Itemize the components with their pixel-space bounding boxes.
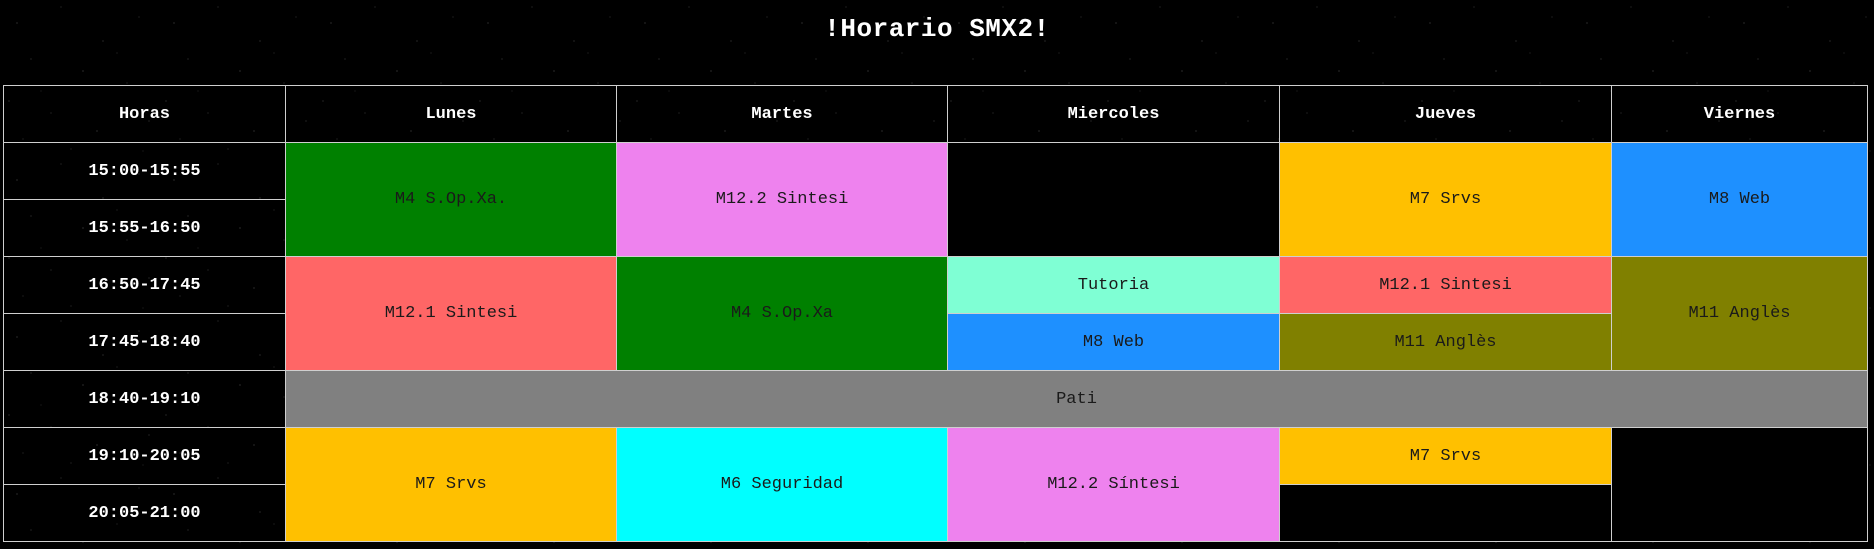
table-row: 19:10-20:05 M7 Srvs M6 Seguridad M12.2 S… [3,427,1868,542]
slot-miercoles-3: M12.2 Síntesi [947,427,1280,542]
slot-miercoles-2b: M8 Web [947,313,1280,371]
hour-cell: 18:40-19:10 [3,370,286,428]
table-row: 18:40-19:10 Pati [3,370,1868,428]
table-row: 16:50-17:45 M12.1 Sintesi M4 S.Op.Xa Tut… [3,256,1868,371]
slot-pati: Pati [285,370,1868,428]
header-row: Horas Lunes Martes Miercoles Jueves Vier… [3,85,1868,143]
slot-jueves-3a: M7 Srvs [1279,427,1612,485]
slot-viernes-2: M11 Anglès [1611,256,1868,371]
header-miercoles: Miercoles [947,85,1280,143]
header-jueves: Jueves [1279,85,1612,143]
slot-lunes-1: M4 S.Op.Xa. [285,142,617,257]
slot-jueves-1: M7 Srvs [1279,142,1612,257]
hour-cell: 15:55-16:50 [3,199,286,257]
hour-cell: 19:10-20:05 [3,427,286,485]
slot-martes-1: M12.2 Sintesi [616,142,948,257]
hour-cell: 16:50-17:45 [3,256,286,314]
slot-lunes-2: M12.1 Sintesi [285,256,617,371]
header-lunes: Lunes [285,85,617,143]
hour-cell: 20:05-21:00 [3,484,286,542]
hour-cell: 17:45-18:40 [3,313,286,371]
header-horas: Horas [3,85,286,143]
page-title: !Horario SMX2! [824,14,1050,44]
slot-martes-3: M6 Seguridad [616,427,948,542]
table-row: 15:00-15:55 M4 S.Op.Xa. M12.2 Sintesi M7… [3,142,1868,257]
slot-miercoles-2a: Tutoria [947,256,1280,314]
slot-jueves-2b: M11 Anglès [1279,313,1612,371]
slot-jueves-3b [1279,484,1612,542]
slot-lunes-3: M7 Srvs [285,427,617,542]
slot-jueves-2a: M12.1 Sintesi [1279,256,1612,314]
header-viernes: Viernes [1611,85,1868,143]
schedule-table: Horas Lunes Martes Miercoles Jueves Vier… [3,85,1868,542]
hour-cell: 15:00-15:55 [3,142,286,200]
slot-viernes-1: M8 Web [1611,142,1868,257]
slot-miercoles-1 [947,142,1280,257]
header-martes: Martes [616,85,948,143]
slot-martes-2: M4 S.Op.Xa [616,256,948,371]
slot-viernes-3 [1611,427,1868,542]
